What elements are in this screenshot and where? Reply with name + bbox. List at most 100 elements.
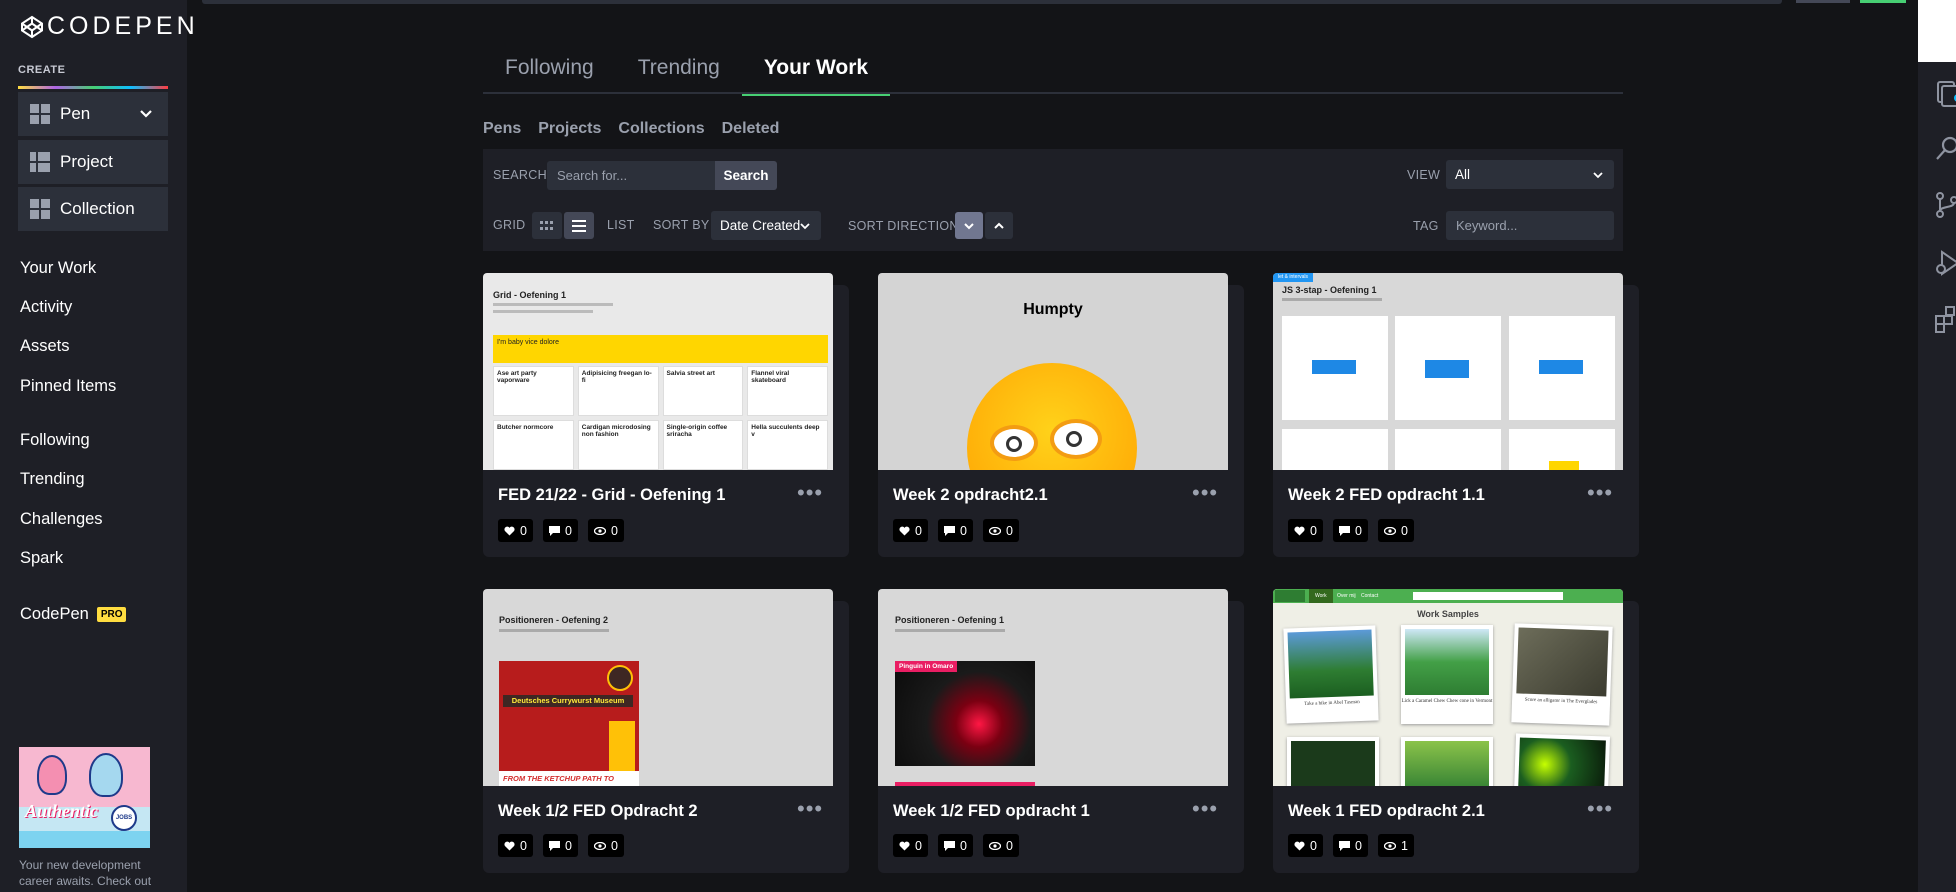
tab-following[interactable]: Following: [483, 48, 616, 94]
more-options-button[interactable]: •••: [1587, 480, 1613, 506]
more-options-button[interactable]: •••: [1192, 480, 1218, 506]
card-thumbnail[interactable]: let & intervals JS 3-stap - Oefening 1: [1273, 273, 1623, 470]
likes-button[interactable]: 0: [498, 519, 533, 542]
nav-assets[interactable]: Assets: [20, 337, 70, 356]
likes-button[interactable]: 0: [893, 519, 928, 542]
extensions-icon[interactable]: [1932, 304, 1956, 334]
nav-activity[interactable]: Activity: [20, 298, 72, 317]
subtab-projects[interactable]: Projects: [538, 120, 601, 138]
card-title[interactable]: Week 2 FED opdracht 1.1: [1288, 486, 1485, 505]
nav-trending[interactable]: Trending: [20, 470, 85, 489]
search-input[interactable]: [547, 161, 715, 190]
tab-your-work[interactable]: Your Work: [741, 48, 891, 96]
card-title[interactable]: Week 1/2 FED opdracht 1: [893, 802, 1090, 821]
thumb-grid: Ase art party vaporware Adipisicing free…: [493, 366, 828, 470]
views-button[interactable]: 1: [1378, 834, 1414, 857]
card-thumbnail[interactable]: Humpty: [878, 273, 1228, 470]
promo-image[interactable]: Authentic JOBS: [19, 747, 150, 848]
top-search-bar[interactable]: [202, 0, 1782, 4]
codepen-logo[interactable]: CODEPEN: [20, 12, 199, 41]
views-count: 0: [1401, 523, 1408, 538]
views-button[interactable]: 0: [1378, 519, 1414, 542]
card-thumbnail[interactable]: Positioneren - Oefening 1 Pinguin in Oma…: [878, 589, 1228, 786]
create-collection-button[interactable]: Collection: [18, 187, 168, 231]
comment-icon: [549, 525, 560, 536]
thumb-button[interactable]: [1425, 360, 1469, 378]
thumb-button[interactable]: [1539, 360, 1583, 374]
thumb-polaroid: [1401, 737, 1493, 786]
thumb-button[interactable]: [1312, 360, 1356, 374]
card-title[interactable]: Week 1 FED opdracht 2.1: [1288, 802, 1485, 821]
view-label: VIEW: [1407, 168, 1441, 182]
more-options-button[interactable]: •••: [797, 796, 823, 822]
view-select[interactable]: All: [1446, 160, 1614, 189]
list-view-button[interactable]: [564, 212, 594, 239]
git-branch-icon[interactable]: [1932, 190, 1956, 220]
sort-descending-button[interactable]: [955, 212, 983, 239]
card-thumbnail[interactable]: Grid - Oefening 1 I'm baby vice dolore A…: [483, 273, 833, 470]
likes-button[interactable]: 0: [1288, 834, 1323, 857]
likes-button[interactable]: 0: [893, 834, 928, 857]
search-button[interactable]: Search: [715, 161, 777, 190]
comments-count: 0: [1355, 838, 1362, 853]
comments-button[interactable]: 0: [543, 834, 578, 857]
nav-challenges[interactable]: Challenges: [20, 510, 103, 529]
likes-count: 0: [915, 523, 922, 538]
grid-icon: [540, 220, 553, 230]
views-count: 0: [611, 838, 618, 853]
right-rail: [1918, 62, 1956, 892]
comments-button[interactable]: 0: [543, 519, 578, 542]
nav-following[interactable]: Following: [20, 431, 90, 450]
thumb-nav-item: Over mij: [1337, 593, 1356, 599]
comments-button[interactable]: 0: [938, 519, 973, 542]
promo-script-text: Authentic: [25, 801, 99, 821]
copy-files-icon[interactable]: [1932, 78, 1956, 108]
more-options-button[interactable]: •••: [797, 480, 823, 506]
views-button[interactable]: 0: [983, 519, 1019, 542]
comments-button[interactable]: 0: [1333, 519, 1368, 542]
views-button[interactable]: 0: [588, 519, 624, 542]
promo-jobs-badge: JOBS: [111, 805, 137, 831]
nav-spark[interactable]: Spark: [20, 549, 63, 568]
search-icon[interactable]: [1932, 134, 1956, 164]
thumb-box: [1282, 429, 1388, 470]
card-title[interactable]: Week 1/2 FED Opdracht 2: [498, 802, 698, 821]
grid-view-button[interactable]: [532, 212, 562, 239]
likes-count: 0: [915, 838, 922, 853]
create-project-button[interactable]: Project: [18, 140, 168, 184]
eye-icon: [1384, 526, 1396, 535]
views-button[interactable]: 0: [588, 834, 624, 857]
chevron-down-icon[interactable]: [138, 105, 154, 121]
nav-your-work[interactable]: Your Work: [20, 259, 96, 278]
create-pen-button[interactable]: Pen: [18, 92, 168, 136]
tag-input[interactable]: [1446, 211, 1614, 240]
subtab-pens[interactable]: Pens: [483, 120, 521, 138]
thumb-line: [895, 629, 1005, 632]
subtab-collections[interactable]: Collections: [618, 120, 704, 138]
thumb-photo: [1516, 627, 1609, 697]
comment-icon: [549, 840, 560, 851]
sort-panel: GRID LIST SORT BY Date Created SORT DIRE…: [483, 200, 1623, 251]
thumb-sign: Deutsches Currywurst Museum: [503, 695, 633, 707]
comments-button[interactable]: 0: [938, 834, 973, 857]
top-button[interactable]: [1796, 0, 1850, 3]
comments-button[interactable]: 0: [1333, 834, 1368, 857]
views-button[interactable]: 0: [983, 834, 1019, 857]
top-button-green[interactable]: [1860, 0, 1906, 3]
sort-ascending-button[interactable]: [985, 212, 1013, 239]
subtab-deleted[interactable]: Deleted: [722, 120, 780, 138]
likes-button[interactable]: 0: [498, 834, 533, 857]
sort-by-select[interactable]: Date Created: [711, 211, 821, 240]
card-thumbnail[interactable]: Positioneren - Oefening 2 Deutsches Curr…: [483, 589, 833, 786]
more-options-button[interactable]: •••: [1192, 796, 1218, 822]
card-title[interactable]: Week 2 opdracht2.1: [893, 486, 1048, 505]
more-options-button[interactable]: •••: [1587, 796, 1613, 822]
thumb-photo: [1405, 629, 1489, 695]
tab-trending[interactable]: Trending: [616, 48, 742, 94]
likes-button[interactable]: 0: [1288, 519, 1323, 542]
card-thumbnail[interactable]: Work Over mij Contact Work Samples Take …: [1273, 589, 1623, 786]
card-title[interactable]: FED 21/22 - Grid - Oefening 1: [498, 486, 725, 505]
nav-pinned-items[interactable]: Pinned Items: [20, 377, 116, 396]
nav-codepen-pro[interactable]: CodePen PRO: [20, 605, 127, 624]
debug-run-icon[interactable]: [1932, 248, 1956, 278]
